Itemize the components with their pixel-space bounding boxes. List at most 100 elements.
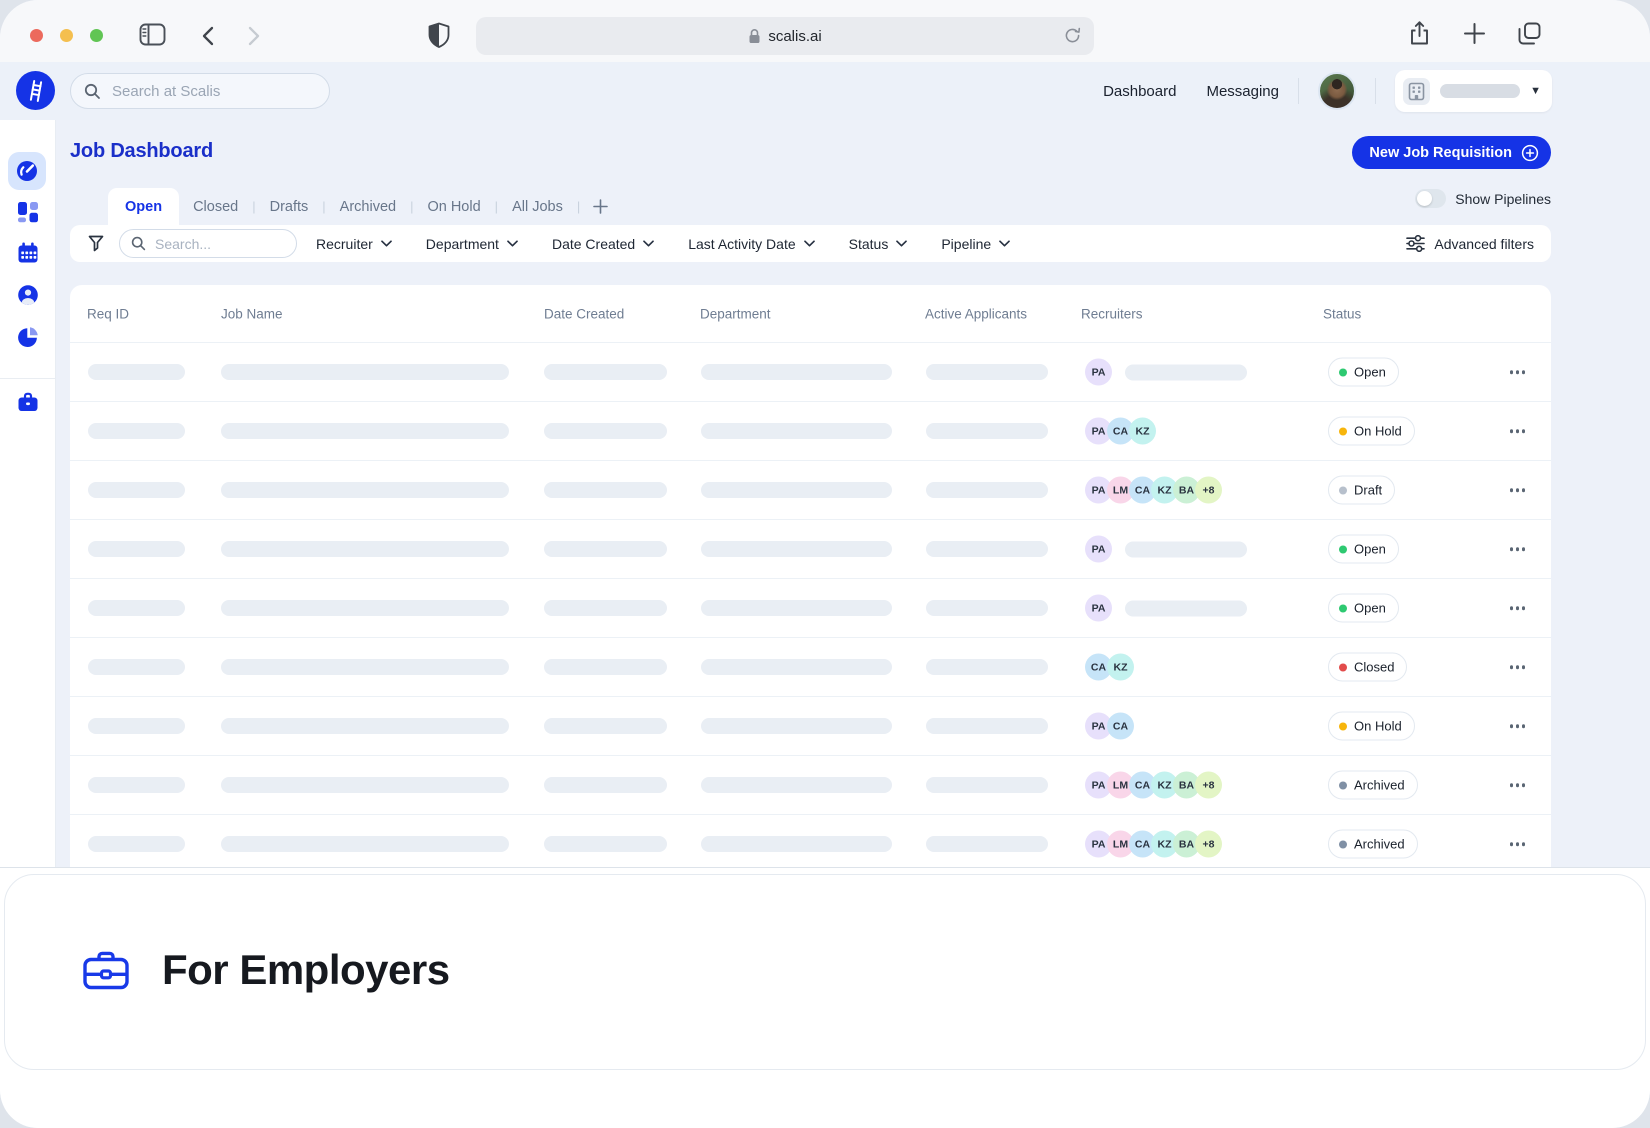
sidebar-item-reports[interactable]	[17, 326, 39, 353]
sidebar	[0, 120, 56, 868]
sidebar-toggle-icon[interactable]	[139, 23, 166, 46]
skeleton	[926, 364, 1048, 380]
filter-dropdown-department[interactable]: Department	[426, 236, 518, 252]
row-menu-button[interactable]	[1506, 661, 1530, 673]
share-icon[interactable]	[1407, 20, 1432, 46]
skeleton	[544, 777, 667, 793]
table-row[interactable]: PA Open	[70, 342, 1551, 401]
traffic-lights	[30, 29, 103, 42]
row-menu-button[interactable]	[1506, 838, 1530, 850]
tab-open[interactable]: Open	[108, 188, 179, 225]
table-row[interactable]: PACAOn Hold	[70, 696, 1551, 755]
sidebar-item-calendar[interactable]	[17, 242, 39, 269]
tab-overview-icon[interactable]	[1517, 21, 1542, 46]
shield-icon[interactable]	[428, 22, 450, 49]
row-menu-button[interactable]	[1506, 602, 1530, 614]
status-badge: Open	[1328, 358, 1399, 387]
filter-search-input[interactable]	[153, 235, 285, 253]
company-switcher[interactable]: ▼	[1395, 70, 1552, 112]
sidebar-item-contacts[interactable]	[17, 284, 39, 311]
skeleton	[544, 718, 667, 734]
funnel-icon[interactable]	[87, 234, 105, 253]
recruiter-avatar[interactable]: +8	[1195, 477, 1222, 504]
recruiter-avatar[interactable]: PA	[1085, 595, 1112, 622]
global-search[interactable]	[70, 73, 330, 109]
recruiters-cell: PALMCAKZBA+8	[1085, 831, 1217, 858]
table-row[interactable]: PALMCAKZBA+8Archived	[70, 814, 1551, 868]
close-window-button[interactable]	[30, 29, 43, 42]
nav-messaging[interactable]: Messaging	[1206, 83, 1279, 100]
show-pipelines-toggle[interactable]	[1415, 189, 1446, 208]
chevron-down-icon	[999, 240, 1010, 247]
recruiter-avatar[interactable]: +8	[1195, 831, 1222, 858]
filter-dropdown-date-created[interactable]: Date Created	[552, 236, 654, 252]
sidebar-item-apps[interactable]	[17, 201, 39, 228]
filter-dropdown-pipeline[interactable]: Pipeline	[941, 236, 1010, 252]
skeleton	[221, 541, 509, 557]
skeleton	[544, 600, 667, 616]
global-search-input[interactable]	[110, 82, 316, 101]
table-row[interactable]: PALMCAKZBA+8Draft	[70, 460, 1551, 519]
table-row[interactable]: PAOpen	[70, 519, 1551, 578]
tab-on-hold[interactable]: On Hold	[413, 199, 494, 215]
url-text: scalis.ai	[768, 28, 821, 45]
recruiter-avatar[interactable]: KZ	[1129, 418, 1156, 445]
filter-dropdown-last-activity-date[interactable]: Last Activity Date	[688, 236, 814, 252]
skeleton	[701, 836, 892, 852]
scalis-logo-icon[interactable]	[16, 71, 55, 110]
back-icon[interactable]	[202, 26, 214, 46]
row-menu-button[interactable]	[1506, 779, 1530, 791]
url-bar[interactable]: scalis.ai	[476, 17, 1094, 55]
table-row[interactable]: PALMCAKZBA+8Archived	[70, 755, 1551, 814]
row-menu-button[interactable]	[1506, 425, 1530, 437]
skeleton	[544, 659, 667, 675]
show-pipelines-control: Show Pipelines	[1415, 189, 1551, 208]
for-employers-panel: For Employers	[0, 867, 1650, 1128]
tab-closed[interactable]: Closed	[179, 199, 252, 215]
minimize-window-button[interactable]	[60, 29, 73, 42]
row-menu-button[interactable]	[1506, 720, 1530, 732]
skeleton	[221, 364, 509, 380]
row-menu-button[interactable]	[1506, 543, 1530, 555]
recruiter-avatar[interactable]: CA	[1107, 713, 1134, 740]
new-tab-icon[interactable]	[1463, 22, 1486, 45]
skeleton	[88, 600, 185, 616]
job-tabs: OpenClosed|Drafts|Archived|On Hold|All J…	[108, 188, 608, 225]
recruiter-avatar[interactable]: PA	[1085, 359, 1112, 386]
row-menu-button[interactable]	[1506, 366, 1530, 378]
skeleton	[926, 541, 1048, 557]
recruiter-avatar[interactable]: PA	[1085, 536, 1112, 563]
nav-dashboard[interactable]: Dashboard	[1103, 83, 1176, 100]
tab-drafts[interactable]: Drafts	[256, 199, 323, 215]
sidebar-item-jobs[interactable]	[17, 391, 39, 418]
recruiters-cell: PALMCAKZBA+8	[1085, 772, 1217, 799]
filter-search[interactable]	[119, 229, 297, 258]
advanced-filters-button[interactable]: Advanced filters	[1406, 235, 1534, 252]
tab-archived[interactable]: Archived	[326, 199, 410, 215]
forward-icon[interactable]	[248, 26, 260, 46]
zoom-window-button[interactable]	[90, 29, 103, 42]
sidebar-item-dashboard[interactable]	[8, 152, 46, 190]
reload-icon[interactable]	[1064, 27, 1081, 48]
filter-dropdown-status[interactable]: Status	[849, 236, 908, 252]
building-icon	[1403, 78, 1430, 105]
new-job-requisition-button[interactable]: New Job Requisition	[1352, 136, 1551, 169]
skeleton	[221, 836, 509, 852]
sliders-icon	[1406, 235, 1425, 252]
skeleton	[701, 541, 892, 557]
status-badge: Open	[1328, 594, 1399, 623]
skeleton	[701, 364, 892, 380]
filter-dropdown-recruiter[interactable]: Recruiter	[316, 236, 392, 252]
skeleton	[701, 600, 892, 616]
recruiter-avatar[interactable]: +8	[1195, 772, 1222, 799]
table-row[interactable]: CAKZClosed	[70, 637, 1551, 696]
circle-plus-icon	[1521, 144, 1539, 162]
add-tab-icon[interactable]	[593, 199, 608, 214]
table-row[interactable]: PACAKZOn Hold	[70, 401, 1551, 460]
row-menu-button[interactable]	[1506, 484, 1530, 496]
avatar[interactable]	[1318, 72, 1356, 110]
recruiter-avatar[interactable]: KZ	[1107, 654, 1134, 681]
skeleton	[926, 600, 1048, 616]
tab-all-jobs[interactable]: All Jobs	[498, 199, 577, 215]
table-row[interactable]: PA Open	[70, 578, 1551, 637]
